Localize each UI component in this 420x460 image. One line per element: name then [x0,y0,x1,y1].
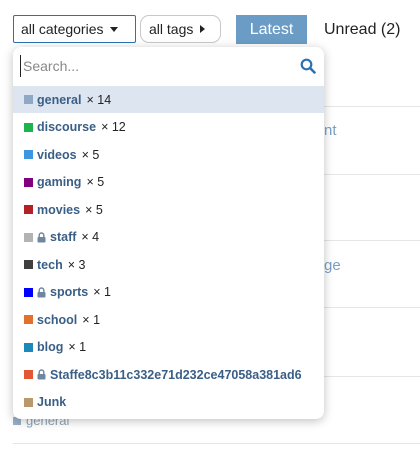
category-option-name: movies [37,202,81,217]
category-option[interactable]: school × 1 [13,306,324,333]
category-color-swatch [24,177,33,187]
category-option[interactable]: Staffe8c3b11c332e71d232ce47058a381ad6 [13,361,324,388]
unread-tab[interactable]: Unread (2) [324,15,400,44]
page: all categories all tags Latest Unread (2… [0,0,420,460]
category-option[interactable]: gaming × 5 [13,169,324,196]
category-option-count: × 3 [67,257,86,272]
category-color-swatch [24,122,33,132]
category-color-swatch [24,232,33,242]
category-option-count: × 14 [86,92,112,107]
category-option[interactable]: videos × 5 [13,141,324,168]
category-option-name: Junk [37,395,67,409]
category-option-name: discourse [37,120,97,134]
category-color-swatch [24,397,33,407]
category-option-count: × 12 [101,120,126,134]
category-option-name: school [37,312,78,327]
tag-dropdown-label: all tags [149,21,194,37]
category-color-swatch [24,95,33,104]
category-option[interactable]: movies × 5 [13,196,324,223]
topic-list-divider [13,443,420,444]
latest-tab[interactable]: Latest [236,15,307,44]
category-dropdown-menu: general× 14discourse× 12videos× 5gaming×… [13,47,324,419]
caret-down-icon [109,26,118,32]
category-option-name: Staffe8c3b11c332e71d232ce47058a381ad6 [50,367,302,382]
category-search-input[interactable] [20,55,293,77]
category-option[interactable]: discourse × 12 [13,114,324,141]
category-option-name: general [37,92,82,107]
category-option-name: gaming [37,175,82,189]
tag-dropdown-button[interactable]: all tags [140,15,221,43]
category-option-count: × 1 [82,312,101,327]
category-option-count: × 1 [93,285,111,299]
category-color-swatch [24,287,33,297]
category-color-swatch [24,370,33,379]
category-color-swatch [24,150,33,159]
category-option-name: sports [50,285,89,299]
category-option[interactable]: tech × 3 [13,251,324,278]
category-option-count: × 4 [81,230,100,244]
category-color-swatch [24,315,33,324]
category-option-count: × 1 [68,340,87,354]
category-dropdown-button[interactable]: all categories [13,15,136,43]
category-color-swatch [24,260,33,269]
lock-icon [37,231,46,242]
category-option-name: videos [37,147,77,162]
category-option-name: staff [50,230,77,244]
category-option[interactable]: general × 14 [13,86,324,113]
category-dropdown-label: all categories [21,21,104,37]
category-option[interactable]: blog × 1 [13,334,324,361]
category-color-swatch [24,342,33,352]
category-option[interactable]: Junk [13,389,324,416]
caret-right-icon [200,25,206,33]
category-option-count: × 5 [86,175,105,189]
category-option-count: × 5 [81,147,100,162]
category-option-name: blog [37,340,64,354]
topic-title-fragment[interactable]: ge [324,257,341,274]
category-option[interactable]: staff × 4 [13,224,324,251]
category-option-name: tech [37,257,63,272]
lock-icon [37,286,46,297]
topic-title-fragment[interactable]: nt [324,122,337,139]
lock-icon [37,369,46,380]
category-option[interactable]: sports × 1 [13,279,324,306]
category-option-count: × 5 [85,202,103,217]
category-color-swatch [24,205,33,214]
category-search-box [13,47,324,85]
search-icon[interactable] [300,58,316,74]
